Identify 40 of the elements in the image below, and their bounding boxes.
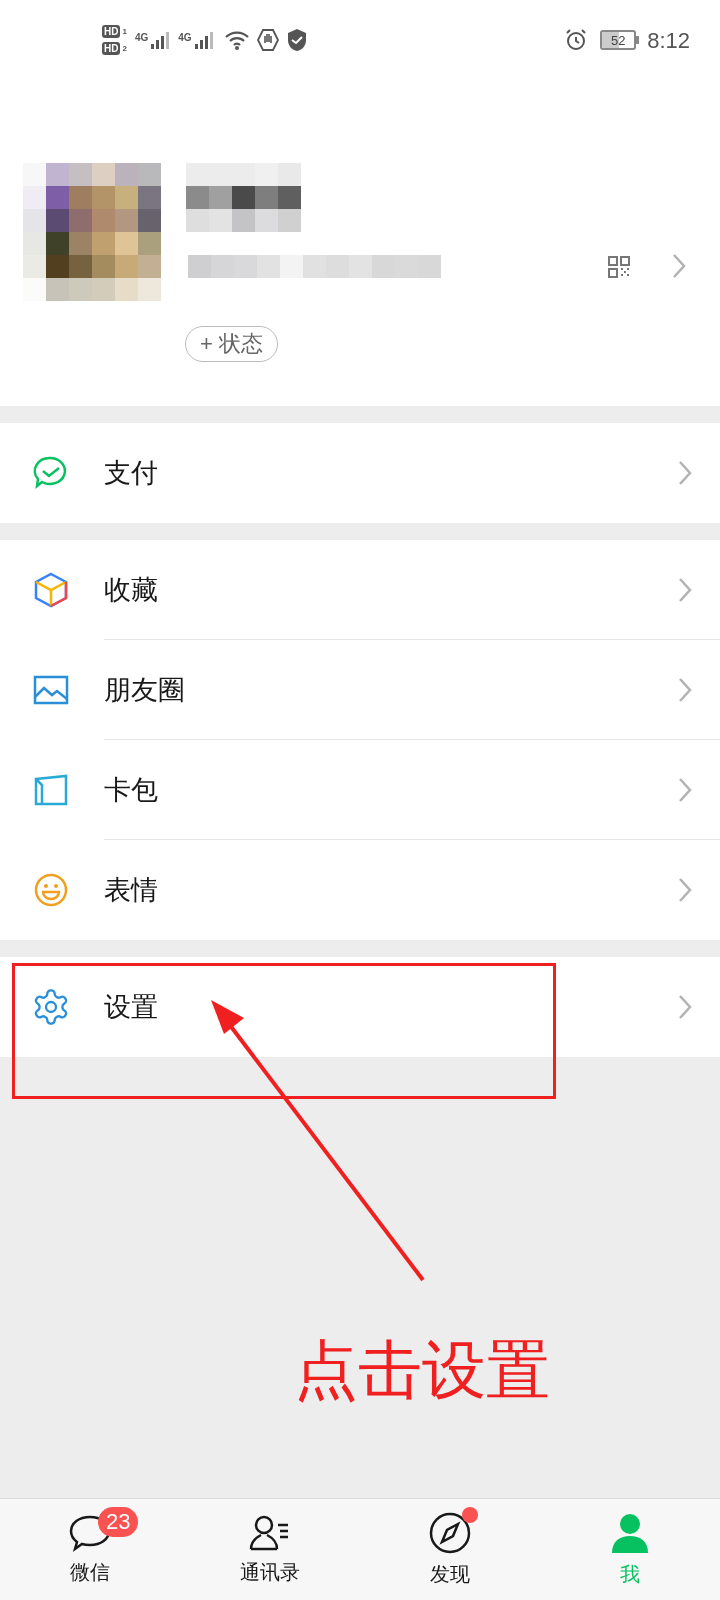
menu-item[interactable]: 表情 (0, 840, 720, 940)
hd-indicator: HD 2 (102, 42, 127, 55)
tab[interactable]: 通讯录 (180, 1499, 360, 1600)
signal-icon (150, 30, 171, 50)
network-type: 4G (178, 31, 192, 45)
menu-item[interactable]: 收藏 (0, 540, 720, 640)
hd-indicator: HD 1 (102, 25, 127, 38)
menu-item[interactable]: 卡包 (0, 740, 720, 840)
menu-item-label: 表情 (104, 873, 159, 907)
menu-item-label: 卡包 (104, 773, 159, 807)
chevron-right-icon (678, 877, 692, 903)
chevron-right-icon (678, 460, 692, 486)
annotation-text: 点击设置 (294, 1338, 550, 1402)
shield-check-icon (285, 28, 308, 52)
menu-item-label: 朋友圈 (104, 673, 186, 707)
tab[interactable]: 发现 (360, 1499, 540, 1600)
network-type: 4G (134, 31, 149, 45)
chevron-right-icon (678, 994, 692, 1020)
chevron-right-icon (678, 777, 692, 803)
tab-label: 微信 (70, 1559, 110, 1585)
tab[interactable]: 23 微信 (0, 1499, 180, 1600)
qr-code-icon (607, 255, 631, 279)
chevron-right-icon (678, 677, 692, 703)
tab-label: 通讯录 (240, 1559, 300, 1585)
menu-item[interactable]: 朋友圈 (0, 640, 720, 740)
tab-label: 我 (620, 1561, 640, 1587)
signal-icon (193, 30, 214, 50)
clock-time: 8:12 (647, 26, 690, 55)
menu-item-label: 设置 (104, 990, 159, 1024)
chevron-right-icon (672, 253, 686, 279)
wifi-icon (223, 29, 250, 51)
menu-item[interactable]: 支付 (0, 423, 720, 523)
unread-count-badge: 23 (98, 1506, 139, 1537)
menu-item-label: 收藏 (104, 573, 159, 607)
chevron-right-icon (678, 577, 692, 603)
menu-item[interactable]: 设置 (0, 957, 720, 1057)
tab-label: 发现 (430, 1561, 470, 1587)
compass-icon (428, 1510, 472, 1555)
battery-indicator: 52 (600, 30, 640, 50)
menu-item-label: 支付 (104, 456, 159, 490)
